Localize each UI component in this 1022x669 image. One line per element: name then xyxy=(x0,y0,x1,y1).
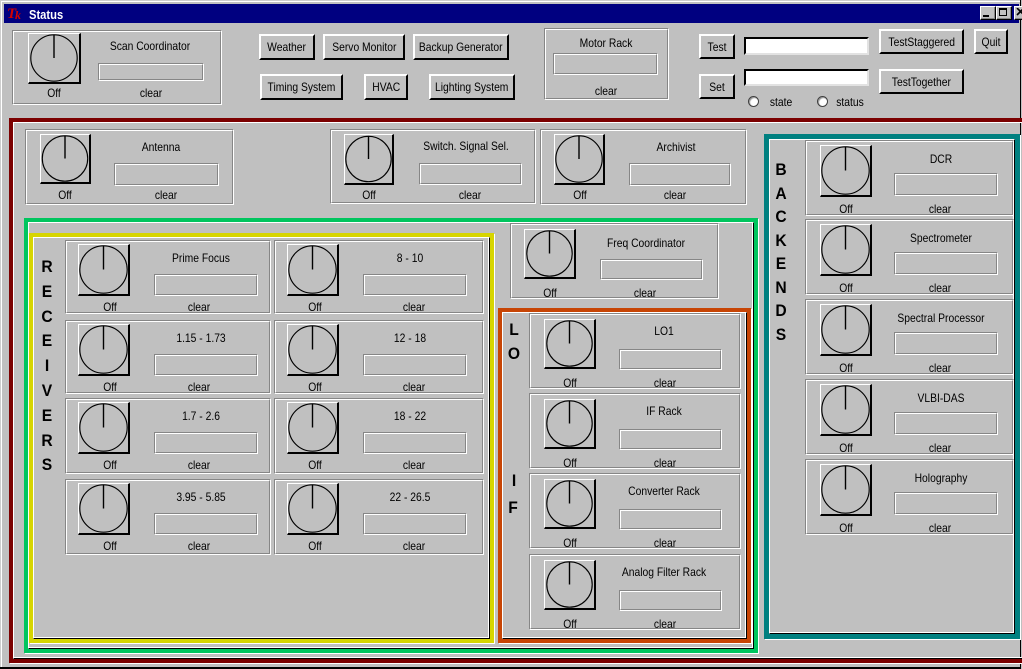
svg-text:k: k xyxy=(15,8,21,21)
